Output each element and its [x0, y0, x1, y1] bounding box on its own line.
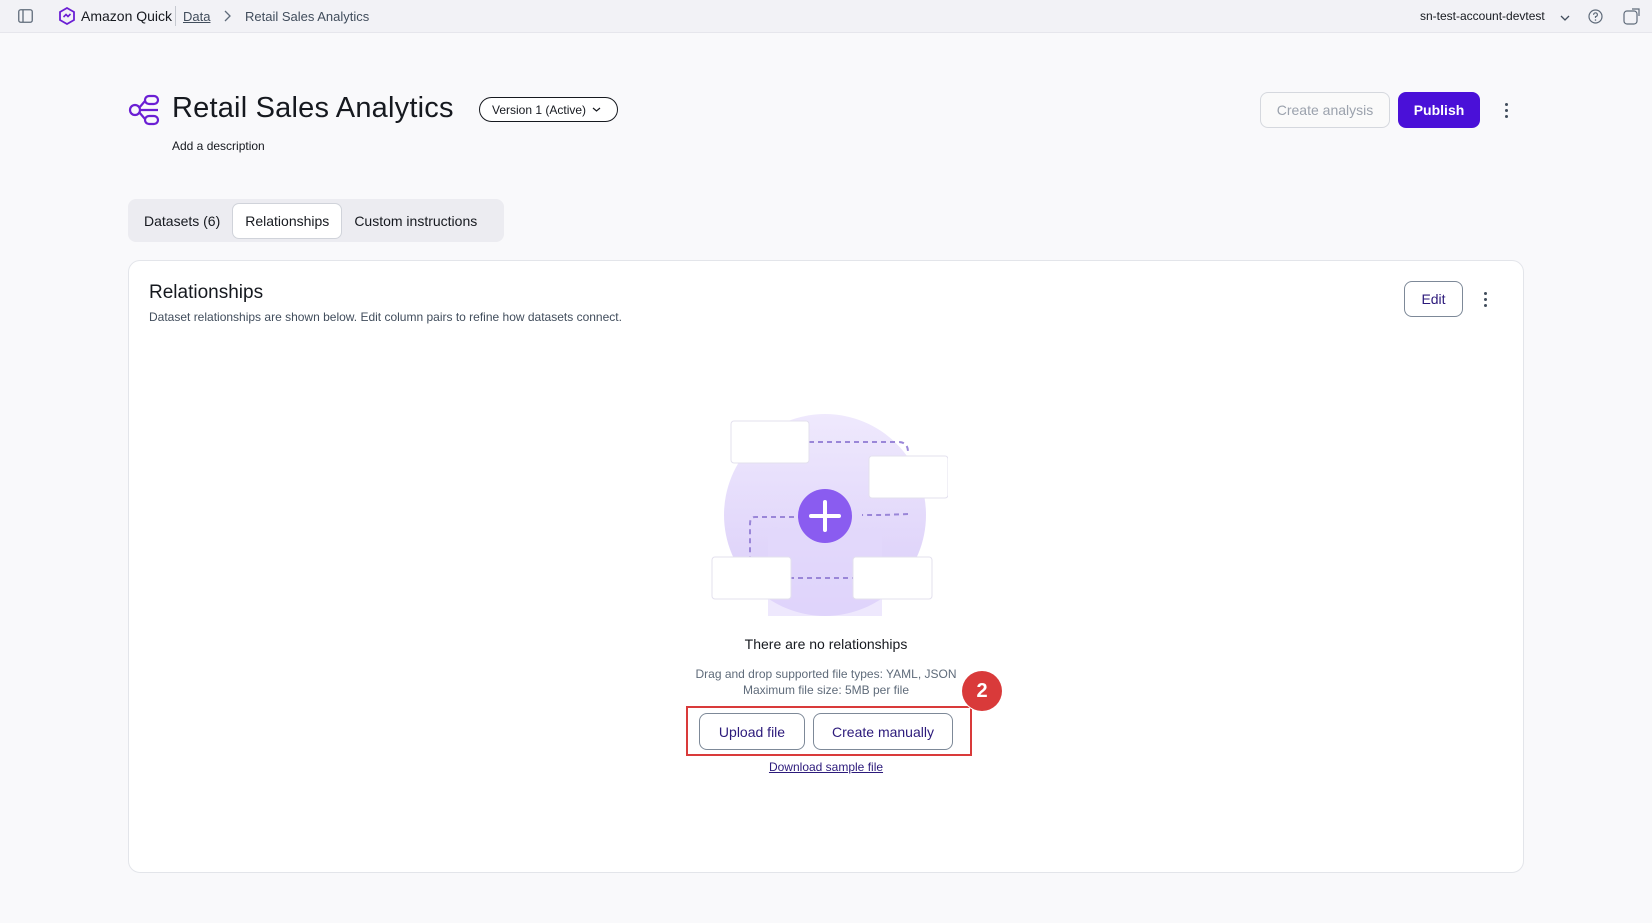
tab-bar: Datasets (6) Relationships Custom instru… — [128, 199, 504, 242]
chevron-right-icon — [222, 9, 232, 28]
page-title: Retail Sales Analytics — [172, 92, 454, 124]
panel-title: Relationships — [149, 282, 264, 303]
sidebar-toggle-icon[interactable] — [17, 8, 33, 24]
more-options-icon[interactable] — [1498, 100, 1514, 120]
add-description-link[interactable]: Add a description — [172, 139, 265, 153]
chevron-down-icon[interactable] — [1559, 10, 1571, 28]
step-badge: 2 — [962, 671, 1002, 711]
tab-datasets[interactable]: Datasets (6) — [132, 203, 232, 239]
tab-custom-instructions[interactable]: Custom instructions — [342, 203, 489, 239]
empty-state-title: There are no relationships — [744, 636, 908, 652]
amazon-quick-logo-icon — [58, 6, 76, 26]
breadcrumb-current: Retail Sales Analytics — [245, 9, 370, 24]
create-analysis-button[interactable]: Create analysis — [1260, 92, 1390, 128]
empty-state-illustration — [708, 412, 949, 622]
account-selector[interactable]: sn-test-account-devtest — [1420, 9, 1545, 23]
breadcrumb-data-link[interactable]: Data — [183, 9, 210, 24]
panel-subtitle: Dataset relationships are shown below. E… — [149, 310, 622, 324]
upload-file-button[interactable]: Upload file — [699, 713, 805, 750]
app-name[interactable]: Amazon Quick — [81, 8, 172, 24]
panel-more-options-icon[interactable] — [1477, 289, 1493, 309]
version-dropdown[interactable]: Version 1 (Active) — [479, 97, 618, 122]
chevron-down-icon — [592, 107, 601, 112]
dataset-relations-icon — [128, 94, 160, 126]
chat-panel-icon[interactable] — [1622, 7, 1640, 25]
publish-button[interactable]: Publish — [1398, 92, 1480, 128]
help-icon[interactable] — [1587, 8, 1603, 24]
version-label: Version 1 (Active) — [492, 102, 587, 117]
edit-button[interactable]: Edit — [1404, 281, 1463, 317]
create-manually-button[interactable]: Create manually — [813, 713, 953, 750]
download-sample-link[interactable]: Download sample file — [626, 760, 1026, 774]
divider — [175, 6, 176, 26]
tab-relationships[interactable]: Relationships — [232, 202, 343, 239]
